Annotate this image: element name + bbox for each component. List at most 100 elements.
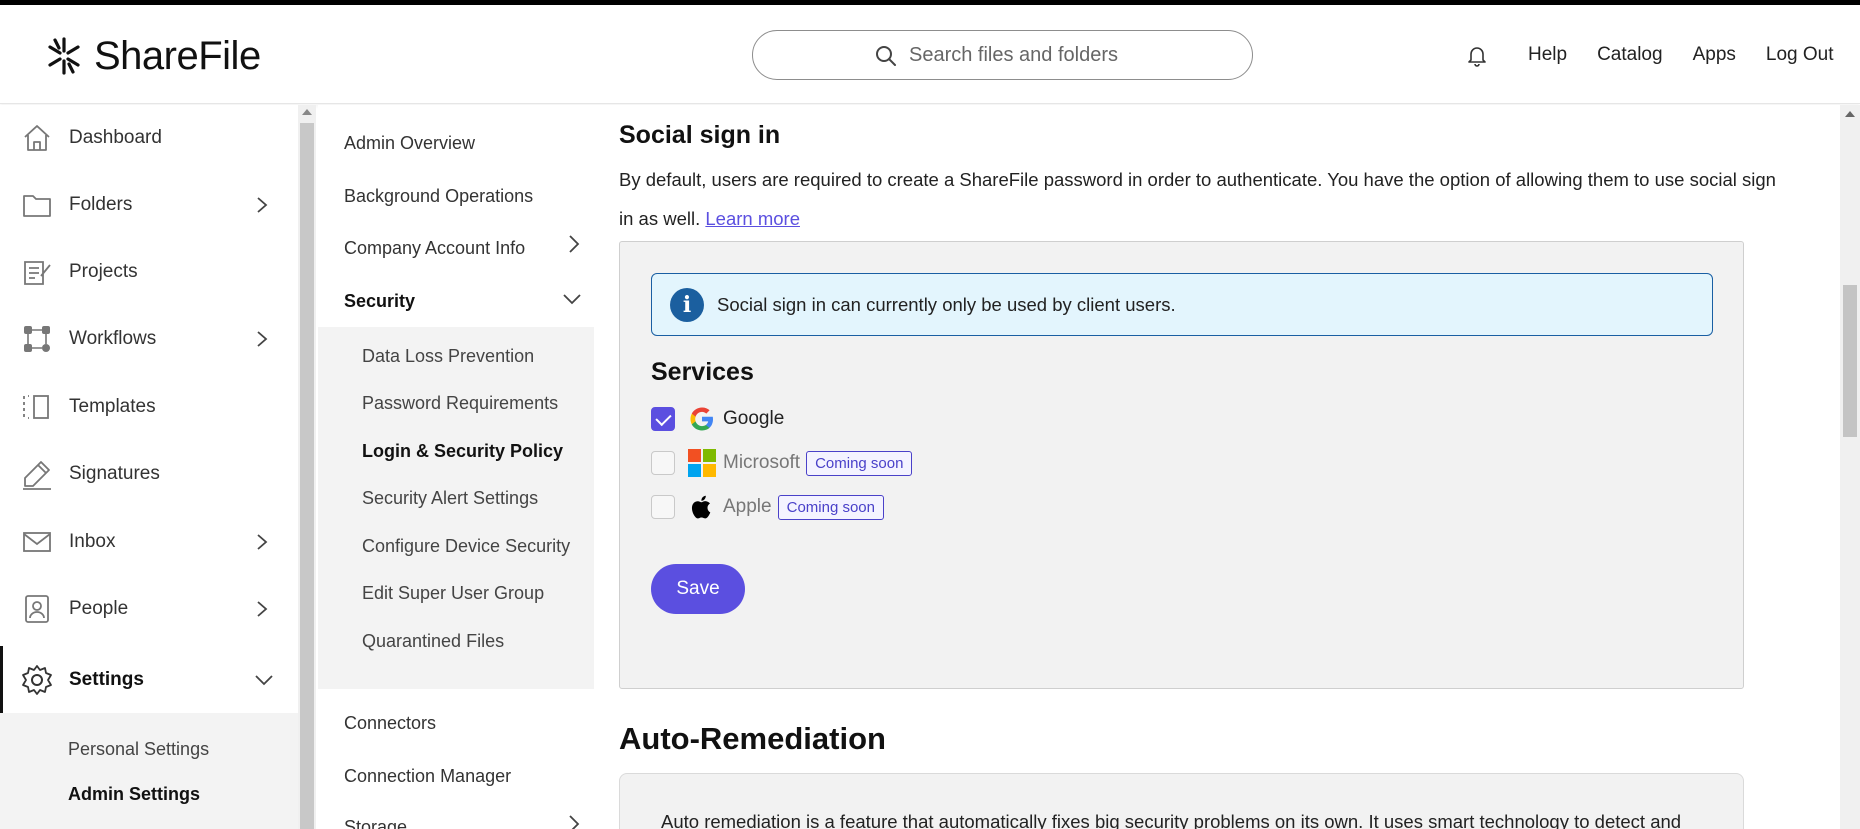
chevron-right-icon: [569, 235, 580, 253]
learn-more-link[interactable]: Learn more: [705, 208, 800, 229]
sidebar-scrollbar[interactable]: [298, 105, 316, 829]
search-box[interactable]: [752, 30, 1253, 80]
apps-link[interactable]: Apps: [1693, 44, 1736, 66]
admin-nav-background-operations[interactable]: Background Operations: [344, 186, 533, 207]
service-microsoft: Microsoft Coming soon: [651, 446, 913, 480]
search-icon: [876, 46, 896, 66]
folder-icon: [23, 195, 51, 217]
security-sub-alert-settings[interactable]: Security Alert Settings: [362, 488, 538, 509]
sidebar-item-folders[interactable]: Folders: [0, 175, 298, 235]
admin-nav-connectors[interactable]: Connectors: [344, 713, 436, 734]
scroll-up-arrow-icon[interactable]: [1845, 111, 1855, 117]
sidebar-item-label: Projects: [69, 261, 138, 282]
scrollbar-thumb[interactable]: [1843, 285, 1857, 437]
coming-soon-badge: Coming soon: [806, 450, 913, 476]
security-sub-device-security[interactable]: Configure Device Security: [362, 536, 570, 557]
auto-remediation-description: Auto remediation is a feature that autom…: [661, 811, 1682, 829]
security-sub-dlp[interactable]: Data Loss Prevention: [362, 346, 534, 367]
chevron-right-icon: [257, 534, 268, 550]
brand-name: ShareFile: [94, 33, 261, 78]
subnav-admin-settings[interactable]: Admin Settings: [68, 784, 200, 805]
notification-bell-icon[interactable]: [1467, 45, 1487, 67]
sidebar-item-label: People: [69, 598, 129, 619]
admin-nav-admin-overview[interactable]: Admin Overview: [344, 133, 475, 154]
admin-nav-security[interactable]: Security: [344, 291, 415, 312]
service-name: Microsoft: [723, 452, 801, 473]
chevron-right-icon: [257, 197, 268, 213]
sidebar-item-projects[interactable]: Projects: [0, 242, 298, 302]
section-title-auto-remediation: Auto-Remediation: [619, 721, 886, 756]
security-sub-super-user-group[interactable]: Edit Super User Group: [362, 583, 544, 604]
security-sub-password-requirements[interactable]: Password Requirements: [362, 393, 558, 414]
help-link[interactable]: Help: [1528, 44, 1567, 66]
service-google: Google: [651, 402, 784, 436]
section-title-social-sign-in: Social sign in: [619, 121, 781, 149]
sharefile-logo-icon: [48, 37, 80, 75]
apple-checkbox[interactable]: [651, 495, 675, 519]
scroll-up-arrow-icon[interactable]: [302, 109, 312, 115]
security-sub-quarantined-files[interactable]: Quarantined Files: [362, 631, 504, 652]
sidebar-item-label: Inbox: [69, 531, 116, 552]
sidebar-item-people[interactable]: People: [0, 579, 298, 639]
service-name: Apple: [723, 496, 772, 517]
scrollbar-thumb[interactable]: [300, 123, 314, 829]
social-description: By default, users are required to create…: [619, 160, 1779, 238]
admin-nav-connection-manager[interactable]: Connection Manager: [344, 766, 511, 787]
sidebar-item-label: Signatures: [69, 463, 160, 484]
sidebar-item-workflows[interactable]: Workflows: [0, 309, 298, 369]
admin-nav: Admin Overview Background Operations Com…: [318, 105, 594, 829]
info-banner: i Social sign in can currently only be u…: [651, 273, 1713, 336]
chevron-down-icon: [563, 294, 581, 305]
chevron-down-icon: [255, 675, 273, 686]
sidebar-item-label: Folders: [69, 194, 133, 215]
admin-nav-company-account-info[interactable]: Company Account Info: [344, 238, 525, 259]
person-icon: [25, 595, 49, 623]
chevron-right-icon: [257, 601, 268, 617]
catalog-link[interactable]: Catalog: [1597, 44, 1663, 66]
gear-icon: [22, 665, 52, 695]
main-content: Social sign in By default, users are req…: [594, 105, 1840, 829]
search-input[interactable]: [877, 43, 1207, 67]
info-icon: i: [670, 288, 704, 322]
service-name: Google: [723, 408, 785, 429]
top-links: Help Catalog Apps Log Out: [1528, 44, 1834, 66]
admin-nav-storage[interactable]: Storage: [344, 817, 407, 829]
microsoft-logo-icon: [688, 449, 716, 477]
auto-remediation-panel: Auto remediation is a feature that autom…: [619, 773, 1744, 829]
microsoft-checkbox[interactable]: [651, 451, 675, 475]
security-sub-login-security-policy[interactable]: Login & Security Policy: [362, 441, 563, 462]
chevron-right-icon: [569, 815, 580, 829]
sidebar-item-settings[interactable]: Settings: [0, 646, 298, 714]
templates-icon: [23, 395, 49, 419]
coming-soon-badge: Coming soon: [777, 494, 884, 520]
main-scrollbar[interactable]: [1840, 105, 1860, 829]
home-icon: [24, 125, 50, 151]
sidebar-item-inbox[interactable]: Inbox: [0, 512, 298, 572]
settings-subnav: Personal Settings Admin Settings: [0, 713, 298, 829]
chevron-right-icon: [257, 331, 268, 347]
sidebar-item-label: Templates: [69, 396, 156, 417]
service-apple: Apple Coming soon: [651, 490, 884, 524]
google-checkbox[interactable]: [651, 407, 675, 431]
google-logo-icon: [690, 407, 713, 431]
security-subnav: Data Loss Prevention Password Requiremen…: [318, 327, 594, 689]
sidebar-item-dashboard[interactable]: Dashboard: [0, 108, 298, 168]
sidebar-item-templates[interactable]: Templates: [0, 377, 298, 437]
social-sign-in-panel: i Social sign in can currently only be u…: [619, 241, 1744, 689]
workflows-icon: [24, 326, 50, 352]
save-button[interactable]: Save: [651, 564, 745, 614]
projects-icon: [24, 261, 51, 285]
subnav-personal-settings[interactable]: Personal Settings: [68, 739, 209, 760]
pen-icon: [23, 461, 51, 490]
services-title: Services: [651, 358, 754, 386]
mail-icon: [23, 532, 51, 552]
sidebar-item-label: Settings: [69, 669, 144, 690]
info-message: Social sign in can currently only be use…: [717, 294, 1176, 315]
header: ShareFile Help Catalog Apps Log Out: [0, 5, 1860, 104]
logout-link[interactable]: Log Out: [1766, 44, 1834, 66]
brand-logo[interactable]: ShareFile: [46, 33, 261, 79]
sidebar-item-label: Workflows: [69, 328, 157, 349]
sidebar-item-signatures[interactable]: Signatures: [0, 444, 298, 504]
sidebar: Dashboard Folders Projects Workflows Tem…: [0, 105, 298, 829]
sidebar-item-label: Dashboard: [69, 127, 162, 148]
